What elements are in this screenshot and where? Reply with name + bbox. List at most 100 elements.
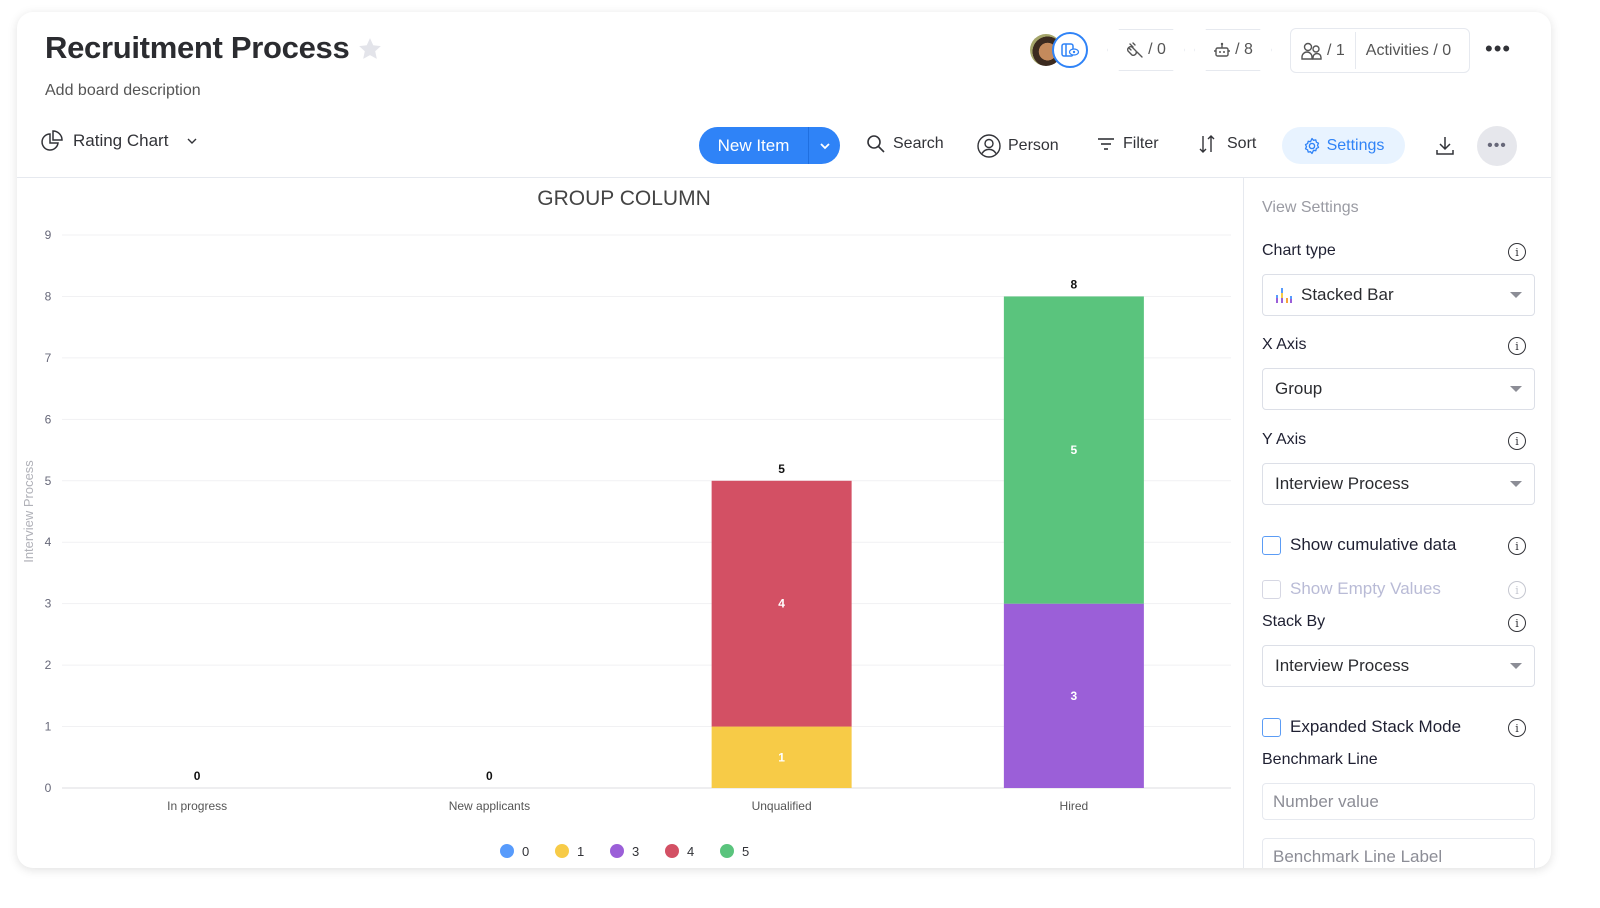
integrations-count: / 0	[1148, 41, 1166, 58]
info-icon[interactable]: i	[1508, 337, 1526, 355]
settings-label: Settings	[1326, 136, 1385, 154]
sort-label: Sort	[1227, 135, 1257, 152]
view-name: Rating Chart	[73, 131, 169, 150]
expanded-stack-checkbox[interactable]: Expanded Stack Mode	[1262, 717, 1461, 737]
info-icon[interactable]: i	[1508, 537, 1526, 555]
members-button[interactable]: / 1	[1291, 29, 1355, 72]
activities-label: Activities / 0	[1365, 41, 1452, 59]
stack-by-value: Interview Process	[1275, 656, 1410, 675]
chart-type-label: Chart type	[1262, 242, 1336, 259]
show-empty-values-checkbox[interactable]: Show Empty Values	[1262, 579, 1441, 599]
integrations-button[interactable]: / 0	[1107, 29, 1185, 71]
x-tick-label: New applicants	[449, 799, 530, 813]
x-axis-value: Group	[1275, 379, 1323, 398]
new-item-dropdown[interactable]	[809, 127, 840, 164]
legend-label: 3	[632, 844, 639, 859]
filter-label: Filter	[1123, 135, 1159, 152]
sort-button[interactable]: Sort	[1198, 134, 1256, 154]
show-cumulative-label: Show cumulative data	[1290, 535, 1457, 554]
board-description[interactable]: Add board description	[45, 82, 201, 100]
panel-divider	[1243, 178, 1244, 868]
board-subscribers[interactable]	[1030, 32, 1090, 68]
automations-button[interactable]: / 8	[1194, 29, 1272, 71]
dropdown-arrow-icon	[1510, 481, 1522, 487]
legend-label: 5	[742, 844, 749, 859]
new-item-button[interactable]: New Item	[699, 127, 840, 164]
stacked-bar-chart: 0 1 2 3 4 5 6 7 8 9 Interview Process 0 In progress 0…	[21, 228, 1231, 859]
person-filter-button[interactable]: Person	[977, 134, 1059, 158]
segment-value-label: 5	[1071, 443, 1078, 457]
chart-type-select[interactable]: Stacked Bar	[1262, 274, 1535, 316]
y-axis-label: Interview Process	[21, 460, 36, 563]
benchmark-line-label: Benchmark Line	[1262, 751, 1378, 768]
bar-total-label: 5	[778, 462, 785, 476]
bar-total-label: 0	[194, 769, 201, 783]
y-axis-value: Interview Process	[1275, 474, 1410, 493]
legend-swatch	[665, 844, 679, 858]
gear-icon	[1304, 137, 1319, 154]
chevron-down-icon	[819, 142, 830, 149]
members-count: / 1	[1327, 41, 1345, 59]
checkbox[interactable]	[1262, 579, 1281, 599]
automations-count: / 8	[1235, 41, 1253, 58]
view-selector[interactable]: Rating Chart	[41, 130, 200, 152]
plug-icon	[1126, 41, 1144, 59]
checkbox[interactable]	[1262, 535, 1281, 555]
legend-label: 1	[577, 844, 584, 859]
download-icon[interactable]	[1434, 135, 1456, 157]
info-icon[interactable]: i	[1508, 614, 1526, 632]
y-axis-select[interactable]: Interview Process	[1262, 463, 1535, 505]
sort-icon	[1199, 135, 1215, 153]
x-axis-select[interactable]: Group	[1262, 368, 1535, 410]
y-tick-label: 3	[45, 597, 52, 611]
y-tick-label: 0	[45, 781, 52, 795]
segment-value-label: 1	[778, 750, 785, 764]
legend-label: 0	[522, 844, 529, 859]
search-button[interactable]: Search	[866, 134, 944, 154]
benchmark-value-input[interactable]	[1262, 783, 1535, 820]
board-window: Recruitment Process Add board descriptio…	[17, 12, 1551, 868]
x-tick-label: In progress	[167, 799, 227, 813]
members-activities-group: / 1 Activities / 0	[1290, 28, 1470, 73]
people-icon	[1301, 42, 1322, 60]
chart-type-value: Stacked Bar	[1301, 285, 1394, 304]
legend-swatch	[500, 844, 514, 858]
legend-swatch	[610, 844, 624, 858]
legend-swatch	[720, 844, 734, 858]
info-icon[interactable]: i	[1508, 719, 1526, 737]
show-cumulative-checkbox[interactable]: Show cumulative data	[1262, 535, 1456, 555]
info-icon[interactable]: i	[1508, 432, 1526, 450]
filter-button[interactable]: Filter	[1096, 134, 1159, 154]
y-tick-label: 5	[45, 474, 52, 488]
new-item-label[interactable]: New Item	[699, 127, 809, 164]
dropdown-arrow-icon	[1510, 663, 1522, 669]
board-menu-button[interactable]: •••	[1485, 36, 1511, 62]
segment-value-label: 4	[778, 597, 785, 611]
y-tick-label: 4	[45, 535, 52, 549]
search-label: Search	[893, 135, 944, 152]
person-label: Person	[1008, 137, 1059, 154]
benchmark-label-input[interactable]	[1262, 838, 1535, 868]
chevron-down-icon	[187, 138, 197, 144]
checkbox[interactable]	[1262, 717, 1281, 737]
activities-button[interactable]: Activities / 0	[1356, 29, 1461, 72]
settings-button[interactable]: Settings	[1282, 127, 1405, 164]
y-tick-label: 9	[45, 228, 52, 242]
search-icon	[867, 135, 885, 153]
y-tick-label: 6	[45, 412, 52, 426]
y-tick-label: 2	[45, 658, 52, 672]
expanded-stack-label: Expanded Stack Mode	[1290, 717, 1462, 736]
y-tick-label: 1	[45, 720, 52, 734]
info-icon[interactable]: i	[1508, 243, 1526, 261]
view-menu-button[interactable]: •••	[1477, 126, 1517, 166]
filter-icon	[1098, 138, 1114, 150]
info-icon[interactable]: i	[1508, 581, 1526, 599]
board-title[interactable]: Recruitment Process	[45, 30, 350, 66]
stack-by-select[interactable]: Interview Process	[1262, 645, 1535, 687]
dropdown-arrow-icon	[1510, 292, 1522, 298]
x-tick-label: Unqualified	[752, 799, 812, 813]
watch-board-icon[interactable]	[1052, 32, 1088, 68]
y-axis-label: Y Axis	[1262, 431, 1307, 448]
favorite-star-icon[interactable]	[357, 36, 383, 62]
y-tick-label: 8	[45, 289, 52, 303]
